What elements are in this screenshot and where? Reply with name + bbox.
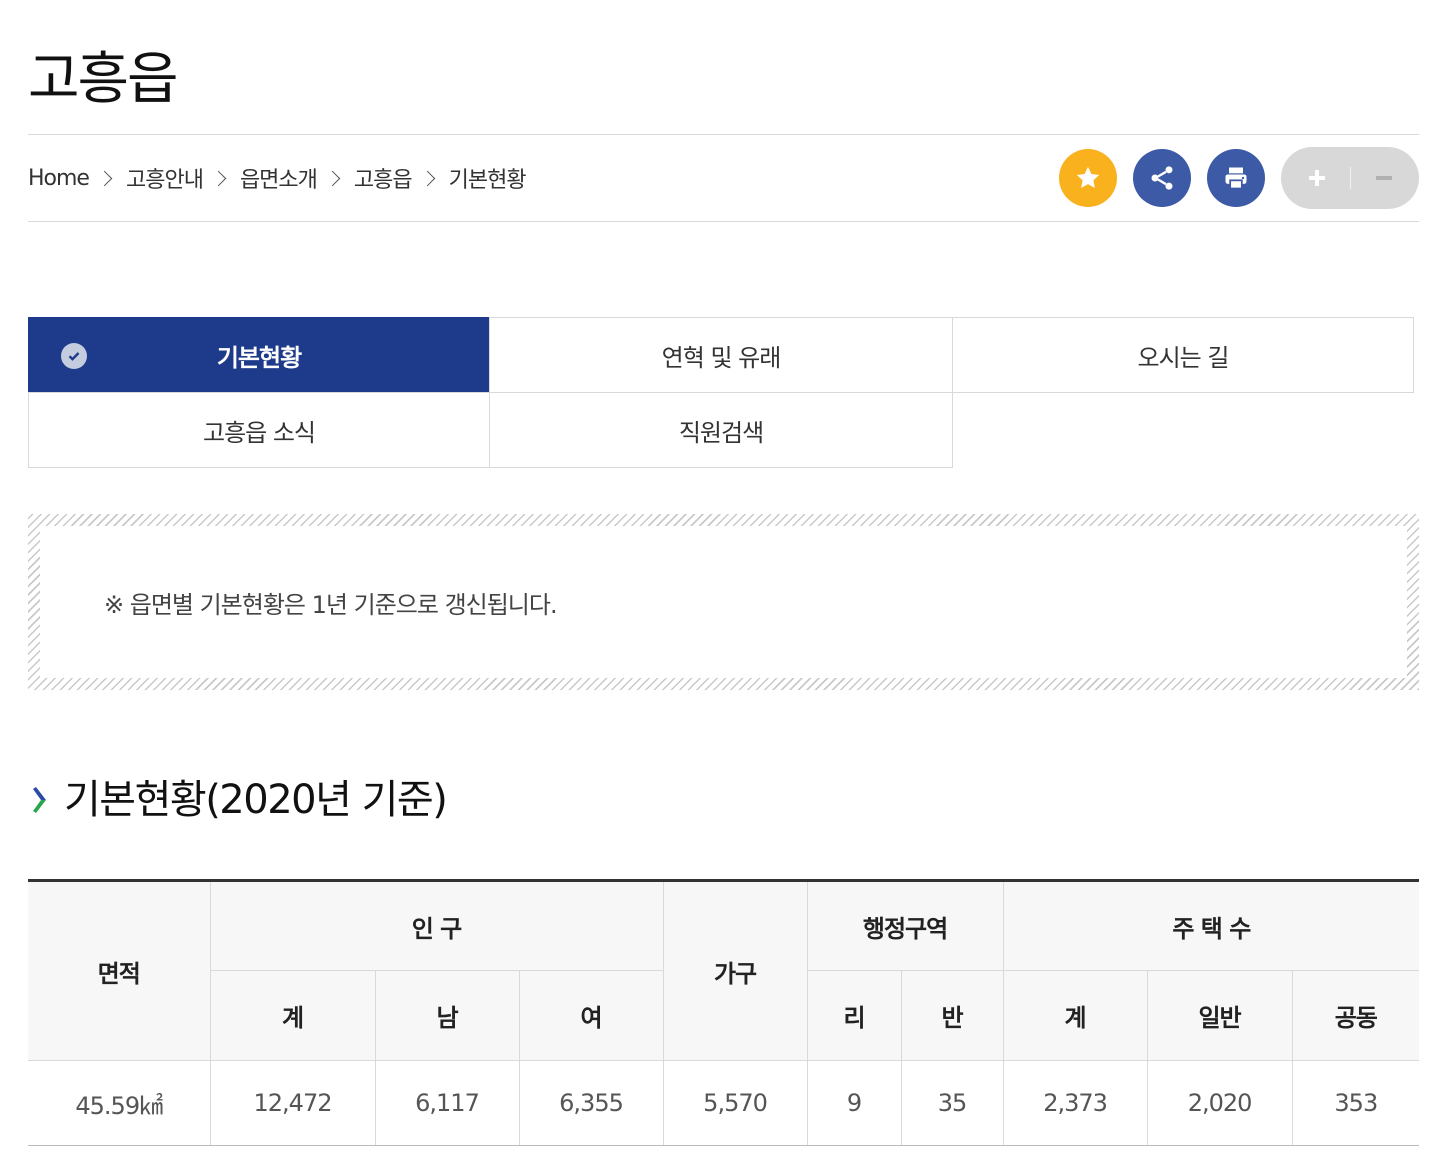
breadcrumb-guide[interactable]: 고흥안내 [126,162,204,194]
table-row: 45.59㎢ 12,472 6,117 6,355 5,570 9 35 2,3… [28,1060,1420,1146]
breadcrumb: Home 고흥안내 읍면소개 고흥읍 기본현황 [28,160,527,196]
tab-staff-search[interactable]: 직원검색 [489,392,953,468]
header-area: 면적 [28,880,211,1061]
breadcrumb-towns[interactable]: 읍면소개 [240,162,318,194]
cell-pop-total: 12,472 [209,1060,376,1146]
zoom-controls [1281,147,1419,209]
header-housing-shared: 공동 [1291,970,1420,1061]
share-button[interactable] [1133,149,1191,207]
header-admin-ri: 리 [806,970,902,1061]
cell-housing-general: 2,020 [1146,1060,1293,1146]
tab-basic-status[interactable]: 기본현황 [28,317,490,393]
tab-news[interactable]: 고흥읍 소식 [28,392,490,468]
header-admin-ban: 반 [900,970,1004,1061]
cell-households: 5,570 [662,1060,808,1146]
favorite-button[interactable] [1059,149,1117,207]
tab-label: 직원검색 [678,418,764,447]
print-button[interactable] [1207,149,1265,207]
cell-pop-male: 6,117 [374,1060,520,1146]
cell-admin-ri: 9 [806,1060,902,1146]
breadcrumb-current: 기본현황 [448,168,527,193]
bullet-chevron-icon [33,787,46,813]
page-tools [1059,147,1419,209]
tab-label: 오시는 길 [1137,343,1230,372]
cell-housing-total: 2,373 [1002,1060,1148,1146]
zoom-divider [1349,167,1351,189]
header-admin: 행정구역 [806,880,1004,971]
header-pop-female: 여 [518,970,664,1061]
page-title: 고흥읍 [28,47,179,112]
zoom-in-button[interactable] [1292,153,1342,203]
tab-directions[interactable]: 오시는 길 [952,317,1414,393]
breadcrumb-home[interactable]: Home [28,166,90,191]
header-housing-total: 계 [1002,970,1148,1061]
cell-pop-female: 6,355 [518,1060,664,1146]
minus-icon [1375,176,1392,180]
chevron-right-icon [419,170,435,186]
tab-label: 고흥읍 소식 [202,418,316,447]
share-icon [1151,166,1173,190]
notice-box: ※ 읍면별 기본현황은 1년 기준으로 갱신됩니다. [28,514,1419,690]
notice-text: ※ 읍면별 기본현황은 1년 기준으로 갱신됩니다. [104,590,558,619]
cell-admin-ban: 35 [900,1060,1004,1146]
zoom-out-button[interactable] [1359,153,1409,203]
star-icon [1076,166,1100,189]
section-heading: 기본현황(2020년 기준) [32,772,448,828]
header-housing: 주 택 수 [1002,880,1420,971]
plus-icon [1308,170,1325,186]
cell-area: 45.59㎢ [28,1060,211,1146]
chevron-right-icon [96,170,113,186]
chevron-right-icon [324,170,341,186]
breadcrumb-goheung-eup[interactable]: 고흥읍 [354,162,413,194]
tab-label: 기본현황 [216,343,302,372]
header-households: 가구 [662,880,808,1061]
print-icon [1225,167,1247,190]
section-title: 기본현황(2020년 기준) [64,777,448,823]
check-circle-icon [61,343,87,369]
header-pop-total: 계 [210,970,376,1061]
cell-housing-shared: 353 [1291,1060,1420,1146]
header-housing-general: 일반 [1146,970,1293,1061]
header-population: 인 구 [209,880,664,971]
header-pop-male: 남 [374,970,520,1061]
chevron-right-icon [210,170,227,186]
tab-label: 연혁 및 유래 [661,343,782,372]
basic-status-table: 면적 인 구 가구 행정구역 주 택 수 계 남 여 리 반 계 일반 공동 4… [28,879,1420,1146]
divider [28,221,1419,222]
divider [28,134,1419,135]
tab-history[interactable]: 연혁 및 유래 [489,317,953,393]
